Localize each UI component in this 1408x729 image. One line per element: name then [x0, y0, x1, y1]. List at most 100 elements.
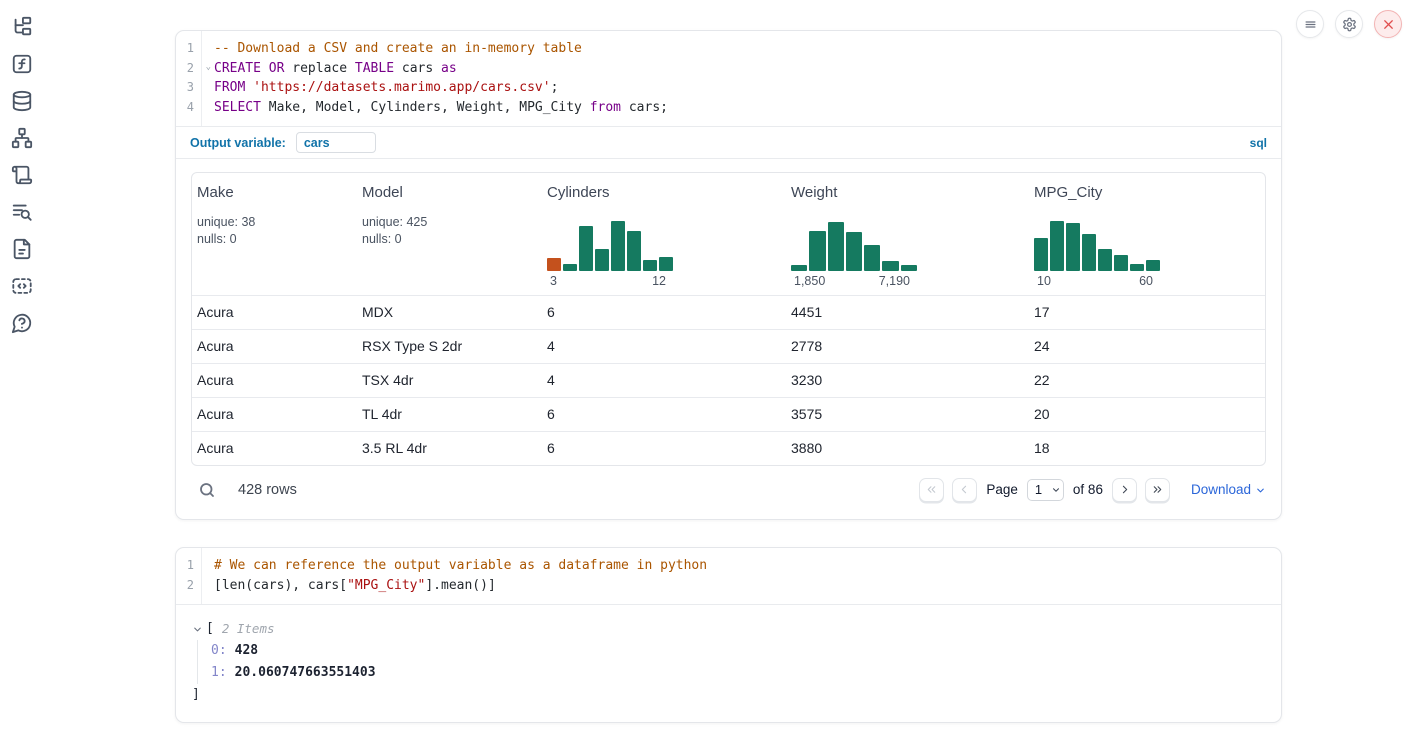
column-stats: unique: 425nulls: 0: [362, 214, 534, 248]
output-variable-input[interactable]: [296, 132, 376, 153]
table-cell: 3575: [786, 398, 1029, 431]
code-token: [245, 80, 253, 95]
pagination: Page 1 of 86 Download: [919, 478, 1266, 502]
line-number: 3: [176, 78, 201, 98]
code-line[interactable]: 3FROM 'https://datasets.marimo.app/cars.…: [176, 78, 1281, 98]
histogram-bar[interactable]: [547, 258, 561, 271]
histogram-bar[interactable]: [611, 221, 625, 271]
histogram-bar[interactable]: [643, 260, 657, 271]
histogram-bar[interactable]: [1146, 260, 1160, 271]
histogram-bar[interactable]: [1082, 234, 1096, 271]
code-editor[interactable]: 1-- Download a CSV and create an in-memo…: [176, 31, 1281, 126]
sidebar-help-button[interactable]: [11, 312, 33, 334]
histogram-bar[interactable]: [1050, 221, 1064, 271]
chevron-down-icon: [192, 624, 203, 635]
code-content: CREATE OR replace TABLE cars as: [201, 59, 457, 79]
code-token: cars;: [621, 100, 668, 115]
code-line[interactable]: 2⌄CREATE OR replace TABLE cars as: [176, 59, 1281, 79]
table-header: Makeunique: 38nulls: 0 Model unique: 425nu…: [192, 173, 1265, 295]
notebook: 1-- Download a CSV and create an in-memo…: [175, 30, 1282, 723]
histogram-bar[interactable]: [1130, 264, 1144, 271]
table-row[interactable]: AcuraTL 4dr6357520: [192, 397, 1265, 431]
column-header-cylinders[interactable]: Cylinders312: [542, 173, 786, 295]
fold-toggle-icon[interactable]: ⌄: [206, 63, 211, 72]
menu-button[interactable]: [1296, 10, 1324, 38]
search-button[interactable]: [198, 481, 216, 499]
column-header-weight[interactable]: Weight1,8507,190: [786, 173, 1029, 295]
code-token: Make, Model, Cylinders, Weight, MPG_City: [261, 100, 590, 115]
code-token: [261, 61, 269, 76]
code-content: # We can reference the output variable a…: [201, 556, 707, 576]
column-name: Model: [362, 184, 534, 201]
histogram-bar[interactable]: [864, 245, 880, 272]
sidebar-documentation-button[interactable]: [11, 238, 33, 260]
histogram-bar[interactable]: [1034, 238, 1048, 271]
next-page-button[interactable]: [1112, 478, 1137, 502]
histogram-bar[interactable]: [659, 257, 673, 271]
prev-page-button[interactable]: [952, 478, 977, 502]
column-header-make[interactable]: Makeunique: 38nulls: 0: [192, 173, 357, 295]
chevron-down-icon: [1255, 485, 1266, 496]
sidebar-dependency-graph-button[interactable]: [11, 127, 33, 149]
histogram-bar[interactable]: [595, 249, 609, 271]
code-line[interactable]: 4SELECT Make, Model, Cylinders, Weight, …: [176, 98, 1281, 118]
code-token: "MPG_City": [347, 578, 425, 593]
histogram-bar[interactable]: [1098, 249, 1112, 271]
language-badge: sql: [1250, 136, 1267, 150]
item-index: 0:: [211, 643, 227, 658]
table-row[interactable]: Acura3.5 RL 4dr6388018: [192, 431, 1265, 465]
table-cell: 6: [542, 398, 786, 431]
histogram-bar[interactable]: [882, 261, 898, 271]
histogram-bar[interactable]: [791, 265, 807, 271]
window-controls: [1296, 10, 1402, 38]
sidebar-logs-button[interactable]: [11, 201, 33, 223]
line-number: 1: [176, 39, 201, 59]
code-token: from: [590, 100, 621, 115]
table-cell: Acura: [192, 364, 357, 397]
histogram-bar[interactable]: [627, 231, 641, 271]
code-content: -- Download a CSV and create an in-memor…: [201, 39, 582, 59]
file-tree-icon: [11, 16, 33, 38]
histogram-bar[interactable]: [579, 226, 593, 271]
settings-button[interactable]: [1335, 10, 1363, 38]
code-line[interactable]: 1-- Download a CSV and create an in-memo…: [176, 39, 1281, 59]
column-header-model[interactable]: Model unique: 425nulls: 0: [357, 173, 542, 295]
column-header-mpg_city[interactable]: MPG_City1060: [1029, 173, 1265, 295]
sidebar-variables-button[interactable]: [11, 53, 33, 75]
histogram-bar[interactable]: [1114, 255, 1128, 271]
first-page-button[interactable]: [919, 478, 944, 502]
code-token: ;: [551, 80, 559, 95]
code-token: replace: [284, 61, 354, 76]
histogram-bar[interactable]: [901, 265, 917, 271]
line-number: 4: [176, 98, 201, 118]
code-line[interactable]: 2[len(cars), cars["MPG_City"].mean()]: [176, 576, 1281, 596]
sidebar-file-explorer-button[interactable]: [11, 16, 33, 38]
sidebar-scratchpad-button[interactable]: [11, 164, 33, 186]
table-cell: 18: [1029, 432, 1265, 465]
sql-cell: 1-- Download a CSV and create an in-memo…: [175, 30, 1282, 520]
last-page-button[interactable]: [1145, 478, 1170, 502]
sidebar-snippets-button[interactable]: [11, 275, 33, 297]
code-token: OR: [269, 61, 285, 76]
table-row[interactable]: AcuraTSX 4dr4323022: [192, 363, 1265, 397]
table-row[interactable]: AcuraRSX Type S 2dr4277824: [192, 329, 1265, 363]
histogram-bar[interactable]: [809, 231, 825, 271]
page-select[interactable]: 1: [1027, 479, 1064, 501]
sidebar: [0, 0, 44, 334]
histogram-bar[interactable]: [846, 232, 862, 271]
code-editor[interactable]: 1# We can reference the output variable …: [176, 548, 1281, 604]
file-text-icon: [11, 238, 33, 260]
code-token: CREATE: [214, 61, 261, 76]
histogram-bar[interactable]: [828, 222, 844, 271]
code-line[interactable]: 1# We can reference the output variable …: [176, 556, 1281, 576]
sidebar-datasources-button[interactable]: [11, 90, 33, 112]
histogram-bar[interactable]: [1066, 223, 1080, 271]
table-row[interactable]: AcuraMDX6445117: [192, 295, 1265, 329]
download-button[interactable]: Download: [1191, 482, 1266, 497]
line-number: 1: [176, 556, 201, 576]
collapse-toggle-button[interactable]: [192, 624, 203, 635]
table-cell: TSX 4dr: [357, 364, 542, 397]
histogram-bar[interactable]: [563, 264, 577, 271]
shutdown-button[interactable]: [1374, 10, 1402, 38]
function-square-icon: [11, 53, 33, 75]
